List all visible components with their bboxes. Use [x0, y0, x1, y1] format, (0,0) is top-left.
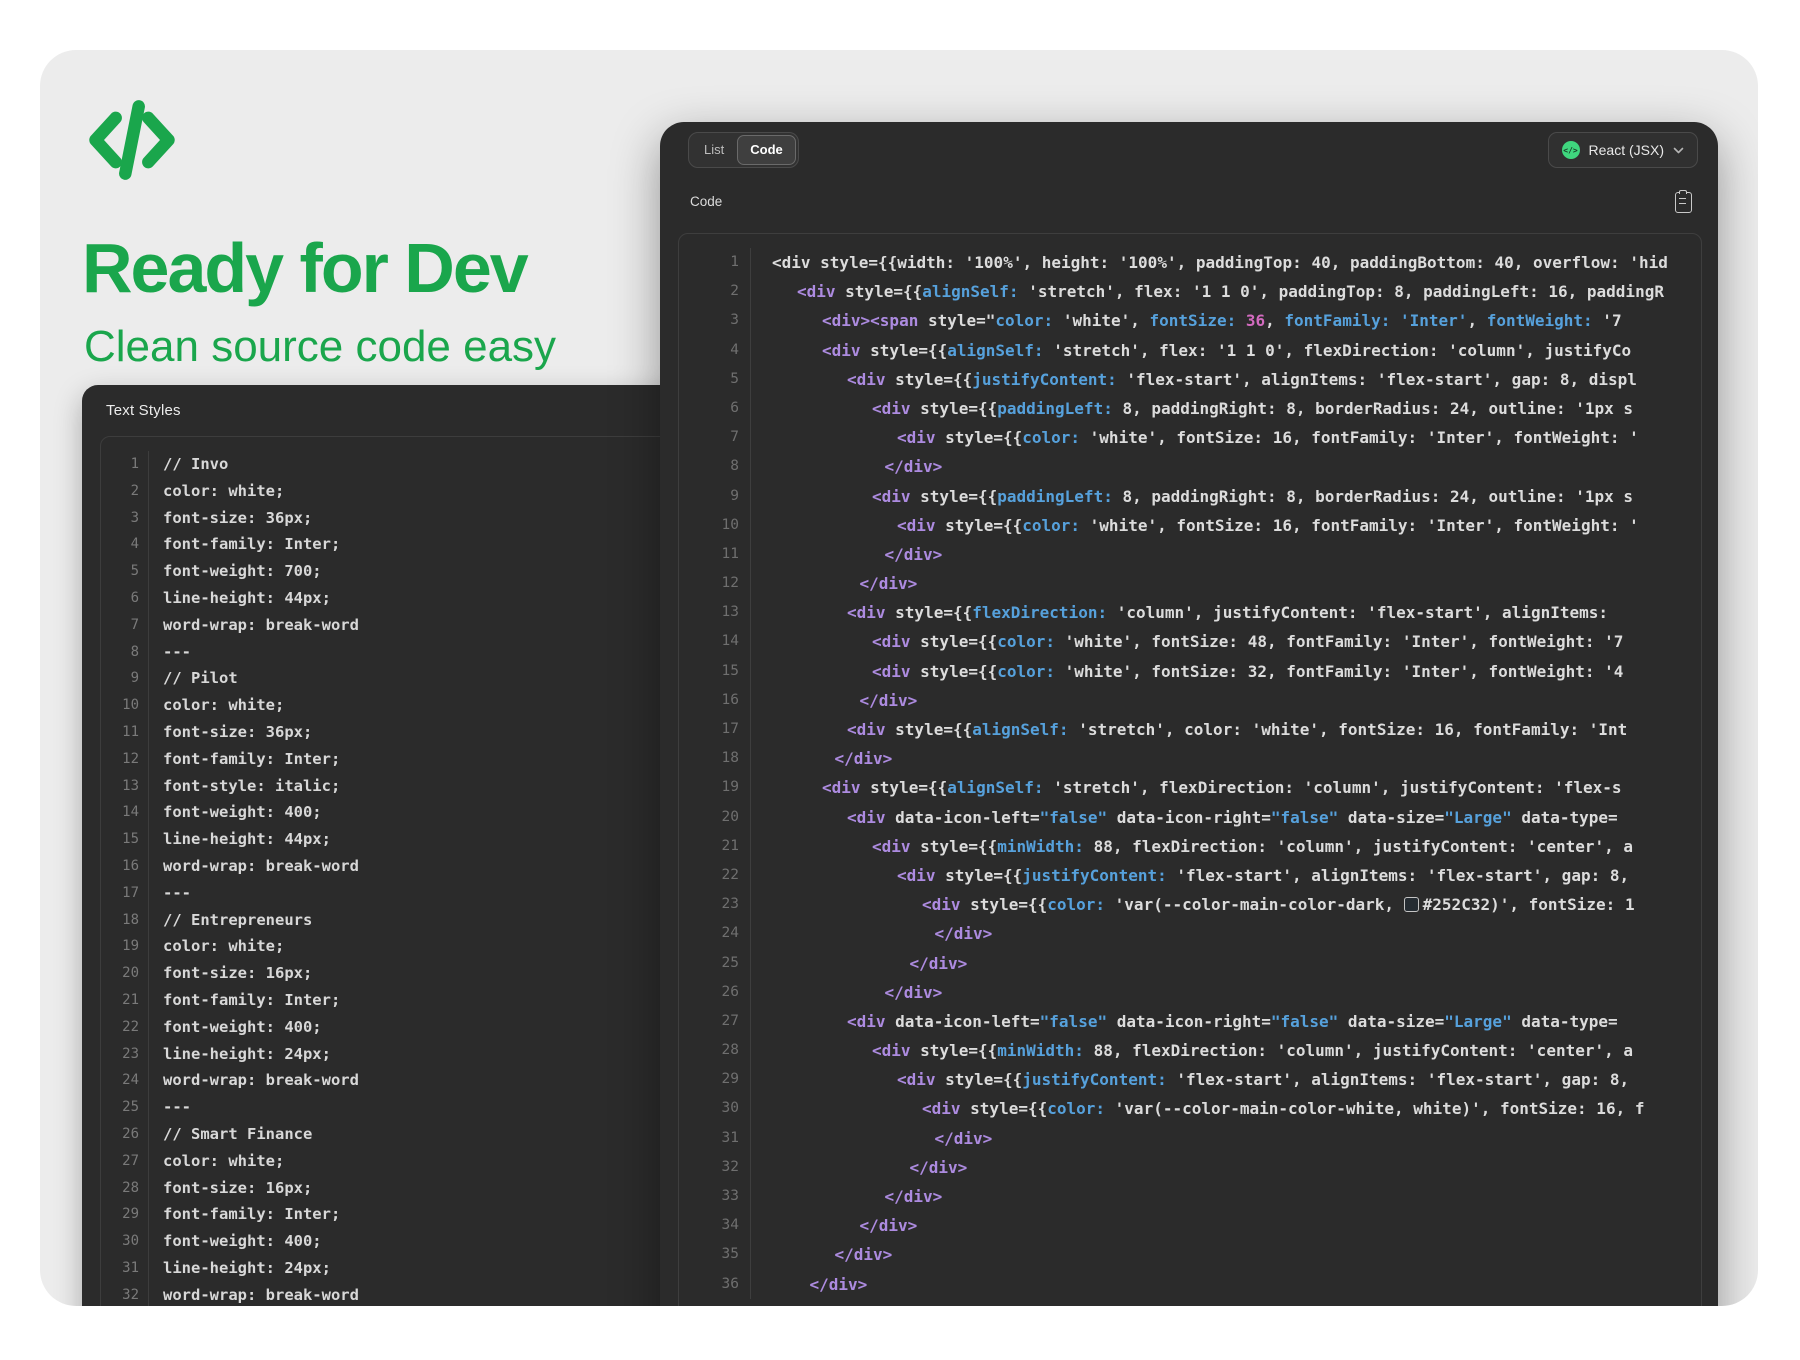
code-line: 36</div>	[679, 1270, 1701, 1299]
code-line: 27<div data-icon-left="false" data-icon-…	[679, 1007, 1701, 1036]
tab-list[interactable]: List	[691, 135, 737, 165]
code-line: 25</div>	[679, 949, 1701, 978]
code-line: 13<div style={{flexDirection: 'column', …	[679, 598, 1701, 627]
code-panel: List Code </> React (JSX) Code 1<div sty…	[660, 122, 1718, 1306]
code-line: 4<div style={{alignSelf: 'stretch', flex…	[679, 336, 1701, 365]
code-line: 7<div style={{color: 'white', fontSize: …	[679, 423, 1701, 452]
react-language-icon: </>	[1562, 141, 1580, 159]
chevron-down-icon	[1673, 147, 1684, 154]
code-line: 8</div>	[679, 452, 1701, 481]
code-line: 30<div style={{color: 'var(--color-main-…	[679, 1094, 1701, 1123]
page-subtitle: Clean source code easy	[84, 322, 556, 372]
code-lines: 1<div style={{width: '100%', height: '10…	[679, 234, 1701, 1299]
code-line: 1<div style={{width: '100%', height: '10…	[679, 248, 1701, 277]
code-line: 19<div style={{alignSelf: 'stretch', fle…	[679, 773, 1701, 802]
code-line: 33</div>	[679, 1182, 1701, 1211]
tab-code[interactable]: Code	[737, 135, 796, 165]
code-line: 11</div>	[679, 540, 1701, 569]
code-line: 29<div style={{justifyContent: 'flex-sta…	[679, 1065, 1701, 1094]
color-swatch	[1404, 897, 1419, 912]
code-line: 6<div style={{paddingLeft: 8, paddingRig…	[679, 394, 1701, 423]
code-line: 9<div style={{paddingLeft: 8, paddingRig…	[679, 482, 1701, 511]
code-line: 35</div>	[679, 1240, 1701, 1269]
code-line: 21<div style={{minWidth: 88, flexDirecti…	[679, 832, 1701, 861]
code-editor: 1<div style={{width: '100%', height: '10…	[678, 233, 1702, 1306]
feature-card: Ready for Dev Clean source code easy Tex…	[40, 50, 1758, 1306]
code-line: 24</div>	[679, 919, 1701, 948]
code-section-label: Code	[690, 194, 722, 209]
code-line: 31</div>	[679, 1124, 1701, 1153]
view-switcher: List Code	[688, 132, 799, 168]
code-line: 22<div style={{justifyContent: 'flex-sta…	[679, 861, 1701, 890]
text-styles-title: Text Styles	[106, 402, 181, 419]
code-line: 10<div style={{color: 'white', fontSize:…	[679, 511, 1701, 540]
code-line: 23<div style={{color: 'var(--color-main-…	[679, 890, 1701, 919]
code-line: 2<div style={{alignSelf: 'stretch', flex…	[679, 277, 1701, 306]
code-line: 17<div style={{alignSelf: 'stretch', col…	[679, 715, 1701, 744]
code-line: 16</div>	[679, 686, 1701, 715]
code-line: 5<div style={{justifyContent: 'flex-star…	[679, 365, 1701, 394]
code-line: 12</div>	[679, 569, 1701, 598]
code-line: 3<div><span style="color: 'white', fontS…	[679, 306, 1701, 335]
code-line: 34</div>	[679, 1211, 1701, 1240]
code-line: 28<div style={{minWidth: 88, flexDirecti…	[679, 1036, 1701, 1065]
code-line: 18</div>	[679, 744, 1701, 773]
code-line: 26</div>	[679, 978, 1701, 1007]
code-line: 32</div>	[679, 1153, 1701, 1182]
copy-code-icon[interactable]	[1675, 192, 1692, 213]
code-line: 20<div data-icon-left="false" data-icon-…	[679, 803, 1701, 832]
code-line: 14<div style={{color: 'white', fontSize:…	[679, 627, 1701, 656]
code-brackets-icon	[84, 92, 180, 188]
code-line: 15<div style={{color: 'white', fontSize:…	[679, 657, 1701, 686]
language-selector[interactable]: </> React (JSX)	[1548, 132, 1698, 168]
language-selector-label: React (JSX)	[1589, 142, 1664, 158]
page-title: Ready for Dev	[82, 228, 527, 308]
